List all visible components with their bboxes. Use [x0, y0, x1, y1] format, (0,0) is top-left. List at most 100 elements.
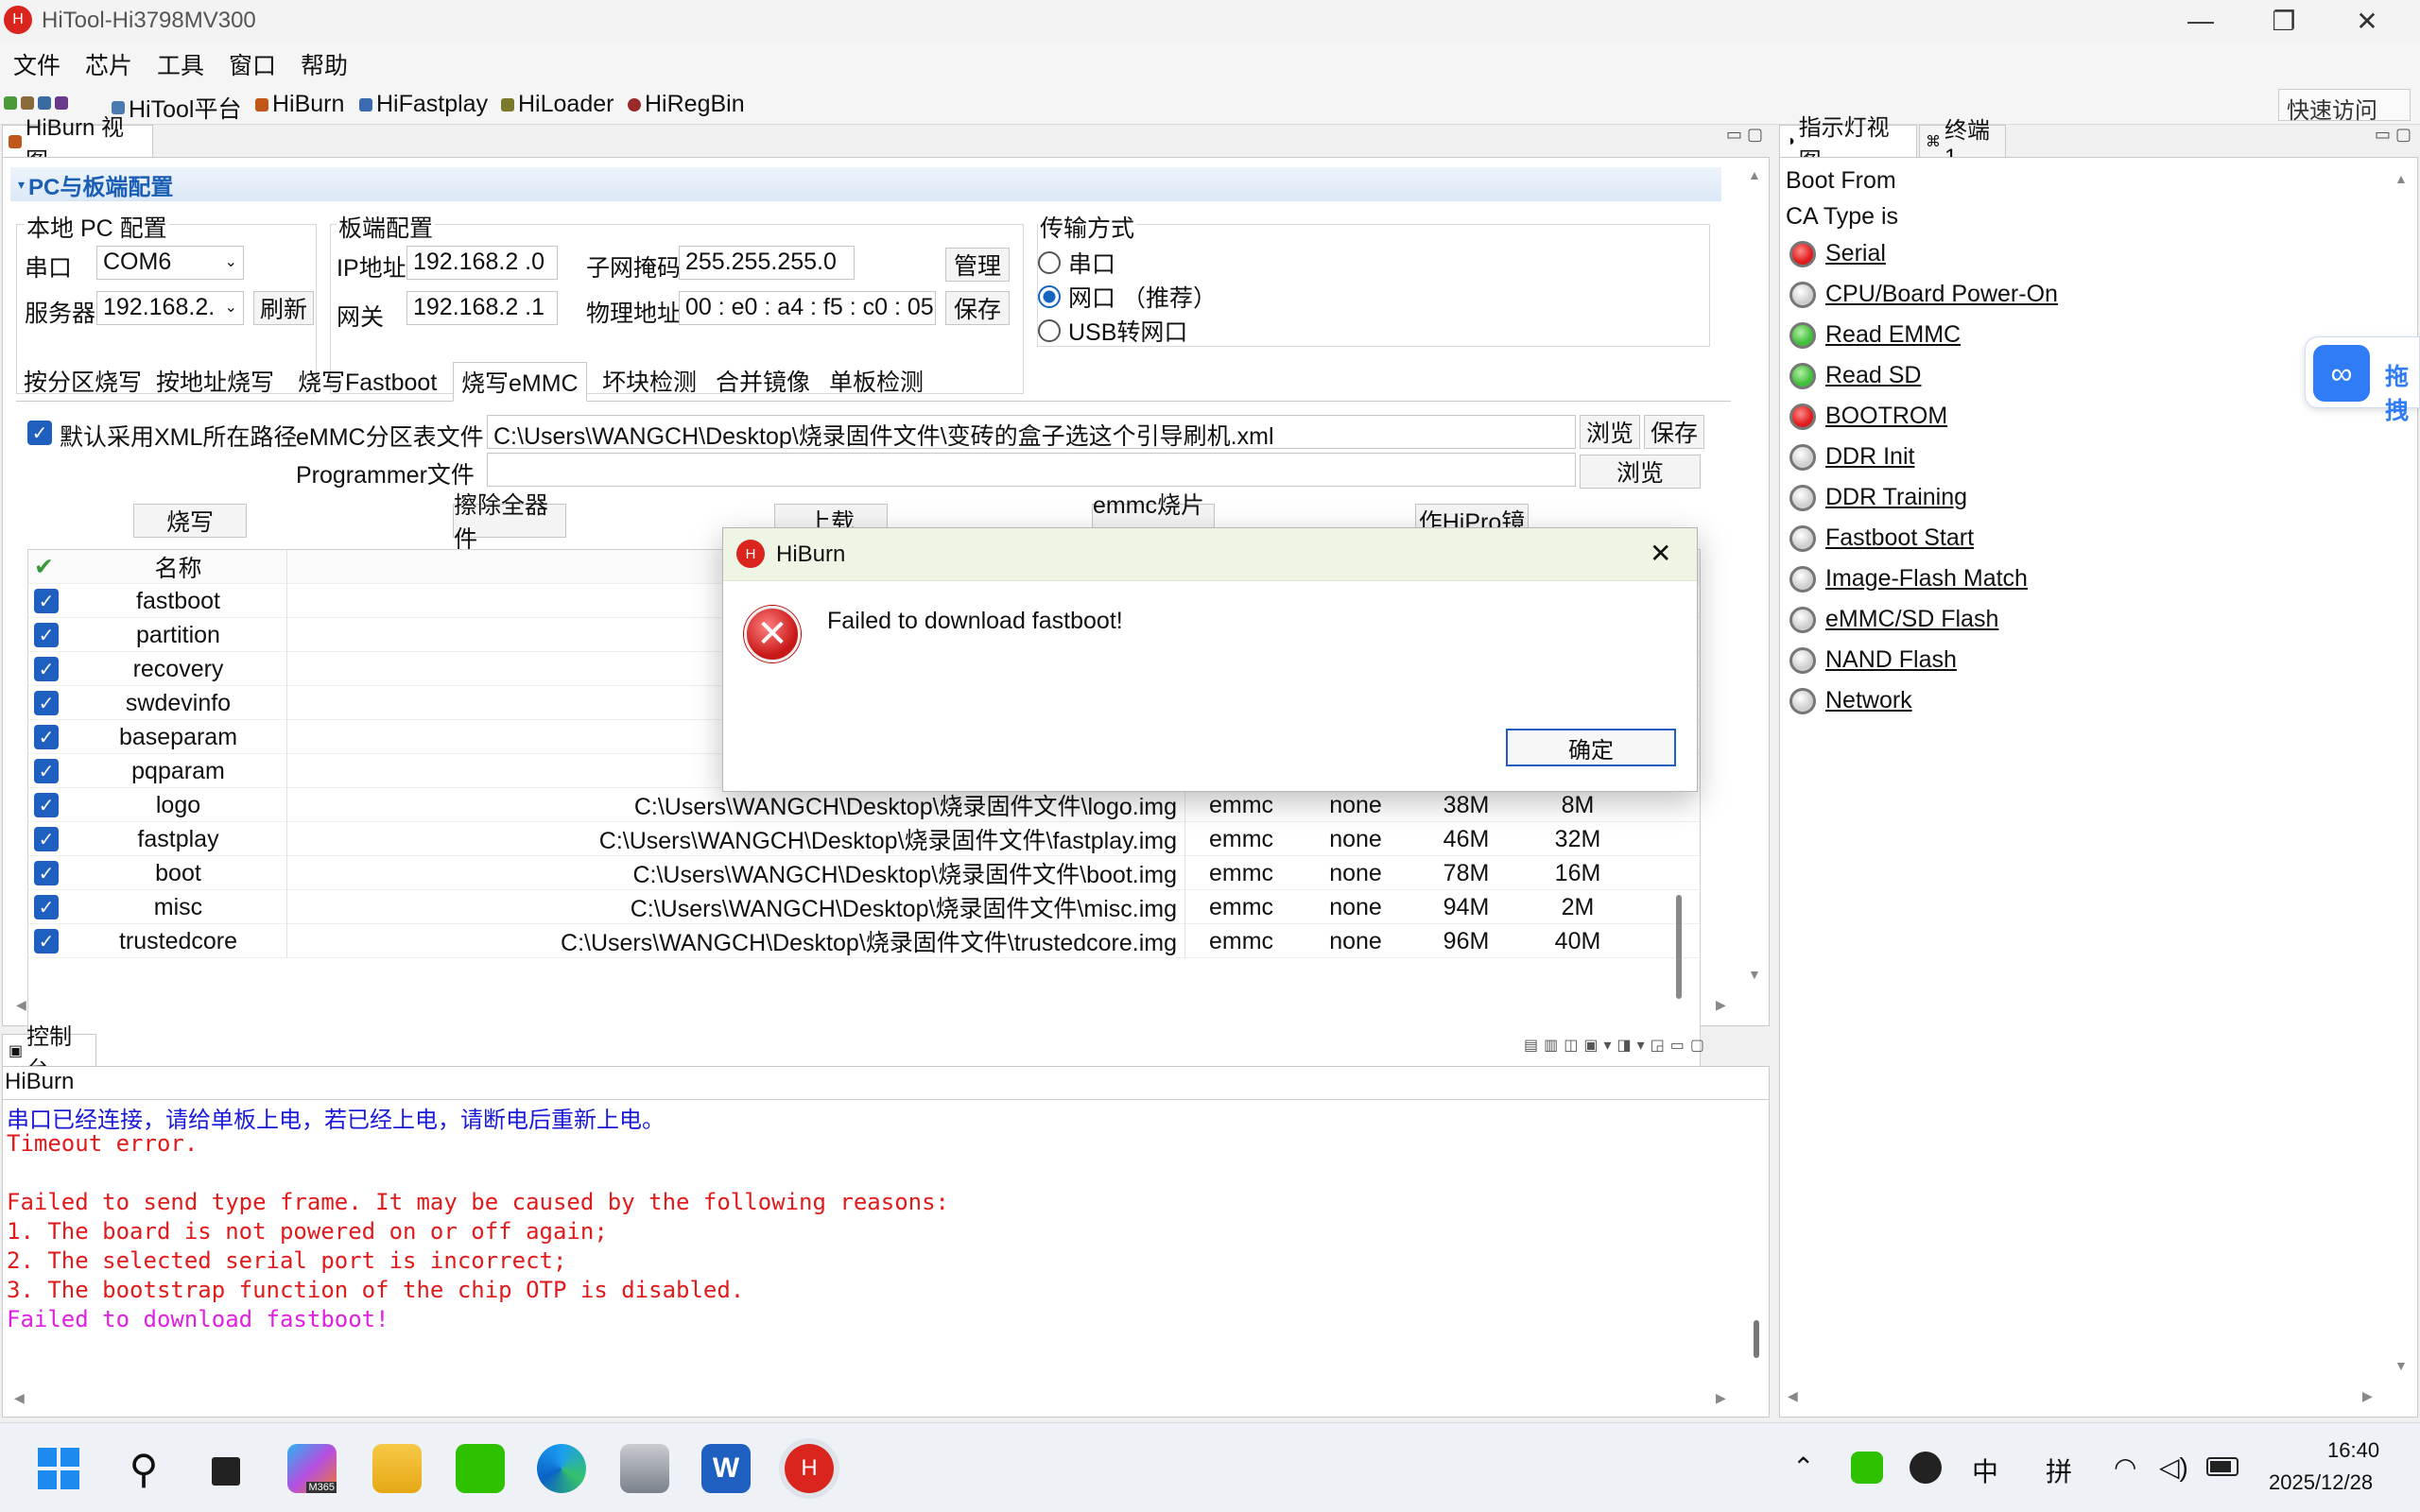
row-checkbox[interactable]: ✓: [34, 686, 62, 720]
indicator-item[interactable]: CPU/Board Power-On: [1789, 274, 2058, 315]
gateway-input[interactable]: 192.168.2 .1: [406, 291, 558, 325]
volume-icon[interactable]: ◁): [2159, 1452, 2188, 1483]
menu-help[interactable]: 帮助: [301, 47, 348, 81]
indicator-item[interactable]: Network: [1789, 680, 2058, 721]
menu-window[interactable]: 窗口: [229, 47, 276, 81]
battery-icon[interactable]: [2206, 1457, 2238, 1476]
menu-chip[interactable]: 芯片: [85, 47, 132, 81]
tab-emmc-burn[interactable]: 烧写eMMC: [453, 362, 587, 402]
programmer-input[interactable]: [487, 453, 1576, 487]
hscroll-left-icon[interactable]: ◀: [16, 997, 26, 1013]
select-all-check-icon[interactable]: ✔: [34, 550, 62, 584]
manage-button[interactable]: 管理: [945, 248, 1010, 282]
tray-chevron-icon[interactable]: ⌃: [1792, 1452, 1814, 1483]
table-row[interactable]: ✓ boot C:\Users\WANGCH\Desktop\烧录固件文件\boot…: [28, 856, 1700, 890]
menu-file[interactable]: 文件: [13, 47, 60, 81]
quick-access-input[interactable]: 快速访问: [2278, 89, 2411, 124]
indicator-scroll-up-icon[interactable]: ▲: [2394, 171, 2408, 186]
tray-qq-icon[interactable]: [1910, 1452, 1942, 1484]
tab-fastboot-burn[interactable]: 烧写Fastboot: [290, 362, 444, 400]
row-checkbox[interactable]: ✓: [34, 584, 62, 618]
toolbar-hiloader[interactable]: HiLoader: [501, 91, 614, 118]
tab-hiburn-view[interactable]: HiBurn 视图: [2, 115, 153, 174]
word-icon[interactable]: W: [701, 1444, 751, 1493]
section-header[interactable]: ▾ PC与板端配置: [10, 167, 1721, 201]
emmc-table-input[interactable]: C:\Users\WANGCH\Desktop\烧录固件文件\变砖的盒子选这个引…: [487, 415, 1576, 449]
mac-input[interactable]: 00 : e0 : a4 : f5 : c0 : 05: [679, 291, 936, 325]
start-icon[interactable]: [34, 1444, 83, 1493]
indicator-item[interactable]: Read EMMC: [1789, 315, 2058, 355]
tab-partition-burn[interactable]: 按分区烧写: [16, 362, 149, 400]
tray-wechat-icon[interactable]: [1851, 1452, 1883, 1484]
indicator-item[interactable]: BOOTROM: [1789, 396, 2058, 437]
wifi-icon[interactable]: ◠: [2114, 1452, 2136, 1483]
indicator-item[interactable]: Serial: [1789, 233, 2058, 274]
radio-serial[interactable]: 串口: [1038, 246, 1115, 280]
row-checkbox[interactable]: ✓: [34, 822, 62, 856]
view-controls[interactable]: ▭ ▢: [1726, 125, 1763, 145]
search-icon[interactable]: ⚲: [119, 1444, 168, 1493]
edge-icon[interactable]: [537, 1444, 586, 1493]
row-checkbox[interactable]: ✓: [34, 652, 62, 686]
mask-input[interactable]: 255.255.255.0: [679, 246, 855, 280]
file-explorer-icon[interactable]: [372, 1444, 422, 1493]
ime-mode[interactable]: 拼: [2046, 1452, 2072, 1489]
table-scrollbar[interactable]: [1676, 895, 1682, 999]
indicator-item[interactable]: Read SD: [1789, 355, 2058, 396]
ime-lang[interactable]: 中: [1972, 1452, 1998, 1489]
console-toolbar[interactable]: ▤▥◫▣▾◨▾◲▭▢: [1524, 1036, 1710, 1055]
clock-time[interactable]: 16:40: [2327, 1438, 2379, 1463]
ok-button[interactable]: 确定: [1506, 729, 1676, 766]
indicator-item[interactable]: DDR Training: [1789, 477, 2058, 518]
indicator-hscroll-right-icon[interactable]: ▶: [2362, 1388, 2373, 1404]
indicator-item[interactable]: NAND Flash: [1789, 640, 2058, 680]
clock-date[interactable]: 2025/12/28: [2269, 1470, 2373, 1495]
xml-path-checkbox[interactable]: ✓: [27, 421, 52, 445]
console-hscroll-left-icon[interactable]: ◀: [14, 1390, 25, 1406]
hitool-icon[interactable]: H: [785, 1444, 834, 1493]
console-hscroll-right-icon[interactable]: ▶: [1716, 1390, 1726, 1406]
indicator-item[interactable]: Image-Flash Match: [1789, 558, 2058, 599]
indicator-item[interactable]: DDR Init: [1789, 437, 2058, 477]
console-scrollbar[interactable]: [1754, 1320, 1759, 1358]
hscroll-right-icon[interactable]: ▶: [1716, 997, 1726, 1013]
burn-button[interactable]: 烧写: [133, 504, 247, 538]
tab-merge-image[interactable]: 合并镜像: [708, 362, 818, 400]
close-button[interactable]: ✕: [2331, 0, 2403, 42]
panel-scroll-up-icon[interactable]: ▲: [1748, 167, 1761, 182]
indicator-item[interactable]: Fastboot Start: [1789, 518, 2058, 558]
row-checkbox[interactable]: ✓: [34, 924, 62, 958]
ip-input[interactable]: 192.168.2 .0: [406, 246, 558, 280]
toolbar-hiburn[interactable]: HiBurn: [255, 91, 344, 118]
toolbar-hifastplay[interactable]: HiFastplay: [359, 91, 488, 118]
table-row[interactable]: ✓ logo C:\Users\WANGCH\Desktop\烧录固件文件\logo…: [28, 788, 1700, 822]
row-checkbox[interactable]: ✓: [34, 788, 62, 822]
dialog-close-button[interactable]: ✕: [1650, 538, 1671, 569]
panel-scroll-down-icon[interactable]: ▼: [1748, 967, 1761, 982]
tab-address-burn[interactable]: 按地址烧写: [148, 362, 282, 400]
browse-button[interactable]: 浏览: [1580, 415, 1640, 449]
table-row[interactable]: ✓ misc C:\Users\WANGCH\Desktop\烧录固件文件\misc…: [28, 890, 1700, 924]
browse-programmer-button[interactable]: 浏览: [1580, 455, 1701, 489]
task-view-icon[interactable]: [202, 1444, 251, 1493]
indicator-view-controls[interactable]: ▭ ▢: [2375, 125, 2411, 145]
indicator-scroll-down-icon[interactable]: ▼: [2394, 1358, 2408, 1373]
radio-network[interactable]: 网口 （推荐）: [1038, 280, 1217, 314]
toolbar-hiregbin[interactable]: HiRegBin: [628, 91, 745, 118]
row-checkbox[interactable]: ✓: [34, 754, 62, 788]
table-row[interactable]: ✓ trustedcore C:\Users\WANGCH\Desktop\烧录固件…: [28, 924, 1700, 958]
save-xml-button[interactable]: 保存: [1644, 415, 1704, 449]
row-checkbox[interactable]: ✓: [34, 720, 62, 754]
tab-board-check[interactable]: 单板检测: [821, 362, 931, 400]
indicator-item[interactable]: eMMC/SD Flash: [1789, 599, 2058, 640]
floating-drag-widget[interactable]: ∞ 拖拽: [2305, 336, 2420, 424]
row-checkbox[interactable]: ✓: [34, 856, 62, 890]
tab-badblock[interactable]: 坏块检测: [595, 362, 704, 400]
minimize-button[interactable]: —: [2165, 0, 2237, 42]
save-button[interactable]: 保存: [945, 291, 1010, 325]
row-checkbox[interactable]: ✓: [34, 890, 62, 924]
server-select[interactable]: 192.168.2. ⌄: [96, 291, 244, 325]
refresh-button[interactable]: 刷新: [253, 291, 314, 325]
menu-tools[interactable]: 工具: [157, 47, 204, 81]
wechat-icon[interactable]: [456, 1444, 505, 1493]
